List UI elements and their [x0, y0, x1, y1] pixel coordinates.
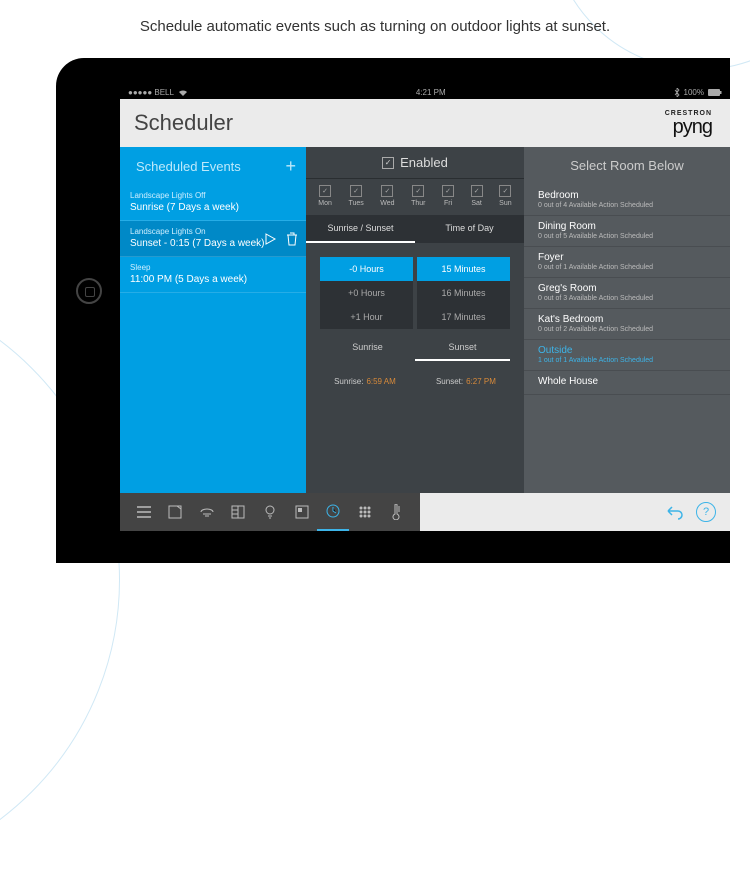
delete-icon[interactable] — [284, 231, 300, 247]
battery-pct: 100% — [684, 86, 704, 99]
day-label: Thur — [411, 200, 425, 207]
event-name: Landscape Lights Off — [130, 191, 296, 200]
status-time: 4:21 PM — [416, 86, 446, 99]
room-detail: 0 out of 5 Available Action Scheduled — [538, 233, 716, 240]
sunset-time: 6:27 PM — [466, 377, 496, 386]
time-panel: ✓ Enabled ✓ Mon ✓ Tues ✓ Wed ✓ Thur ✓ Fri ✓ Sa… — [306, 147, 524, 493]
picker-minute-option[interactable]: 15 Minutes — [417, 257, 510, 281]
grid-icon[interactable] — [349, 493, 381, 531]
room-name: Dining Room — [538, 221, 716, 232]
lights-icon[interactable] — [254, 493, 286, 531]
event-detail: 11:00 PM (5 Days a week) — [130, 274, 296, 285]
day-label: Tues — [348, 200, 363, 207]
day-label: Fri — [442, 200, 454, 207]
room-item[interactable]: Foyer 0 out of 1 Available Action Schedu… — [524, 247, 730, 278]
event-item[interactable]: Sleep 11:00 PM (5 Days a week) — [120, 257, 306, 293]
carrier-label: ●●●●● BELL — [128, 86, 174, 99]
bluetooth-icon — [674, 88, 680, 97]
rooms-panel: Select Room Below Bedroom 0 out of 4 Ava… — [524, 147, 730, 493]
scene-icon[interactable] — [286, 493, 318, 531]
room-name: Whole House — [538, 376, 716, 387]
day-label: Wed — [380, 200, 394, 207]
status-bar: ●●●●● BELL 4:21 PM 100% — [120, 86, 730, 99]
event-item[interactable]: Landscape Lights Off Sunrise (7 Days a w… — [120, 185, 306, 221]
day-checkbox-sun[interactable]: ✓ — [499, 185, 511, 197]
picker-hour-option[interactable]: +0 Hours — [320, 281, 413, 305]
room-detail: 0 out of 4 Available Action Scheduled — [538, 202, 716, 209]
room-name: Kat's Bedroom — [538, 314, 716, 325]
room-name: Greg's Room — [538, 283, 716, 294]
tablet-home-button[interactable] — [76, 278, 102, 304]
room-name: Bedroom — [538, 190, 716, 201]
day-label: Mon — [318, 200, 332, 207]
wifi-icon — [178, 89, 188, 97]
tab-sunset[interactable]: Sunset — [415, 335, 510, 361]
day-label: Sun — [499, 200, 511, 207]
tab-time-of-day[interactable]: Time of Day — [415, 215, 524, 243]
events-panel: Scheduled Events + Landscape Lights Off … — [120, 147, 306, 493]
picker-hour-option[interactable]: -0 Hours — [320, 257, 413, 281]
room-item-highlighted[interactable]: Outside 1 out of 1 Available Action Sche… — [524, 340, 730, 371]
room-item[interactable]: Kat's Bedroom 0 out of 2 Available Actio… — [524, 309, 730, 340]
app-screen: Scheduler CRESTRON pyng Scheduled Events… — [120, 99, 730, 531]
enabled-checkbox[interactable]: ✓ — [382, 157, 394, 169]
menu-button[interactable] — [128, 493, 160, 531]
time-offset-picker[interactable]: -0 Hours +0 Hours +1 Hour 15 Minutes 16 … — [320, 257, 510, 329]
tablet-frame: ●●●●● BELL 4:21 PM 100% Scheduler CRESTR… — [56, 58, 730, 563]
day-checkbox-wed[interactable]: ✓ — [381, 185, 393, 197]
room-item[interactable]: Greg's Room 0 out of 3 Available Action … — [524, 278, 730, 309]
sunrise-label: Sunrise: — [334, 377, 363, 386]
tab-sunrise[interactable]: Sunrise — [320, 335, 415, 361]
room-item[interactable]: Whole House — [524, 371, 730, 395]
help-button[interactable]: ? — [696, 502, 716, 522]
day-checkbox-fri[interactable]: ✓ — [442, 185, 454, 197]
page-title: Scheduler — [134, 110, 233, 136]
room-item[interactable]: Dining Room 0 out of 5 Available Action … — [524, 216, 730, 247]
play-icon[interactable] — [262, 231, 278, 247]
sunset-label: Sunset: — [436, 377, 463, 386]
device-icon[interactable] — [191, 493, 223, 531]
events-panel-title: Scheduled Events — [136, 159, 241, 174]
room-detail: 0 out of 2 Available Action Scheduled — [538, 326, 716, 333]
tab-sunrise-sunset[interactable]: Sunrise / Sunset — [306, 215, 415, 243]
app-header: Scheduler CRESTRON pyng — [120, 99, 730, 147]
thermostat-icon[interactable] — [381, 493, 413, 531]
add-event-button[interactable]: + — [285, 156, 296, 177]
bottom-toolbar: ? — [120, 493, 730, 531]
battery-icon — [708, 89, 722, 96]
scheduler-icon[interactable] — [317, 493, 349, 531]
room-detail: 0 out of 3 Available Action Scheduled — [538, 295, 716, 302]
brand-name: pyng — [665, 117, 712, 137]
room-item[interactable]: Bedroom 0 out of 4 Available Action Sche… — [524, 185, 730, 216]
day-checkbox-thur[interactable]: ✓ — [412, 185, 424, 197]
event-detail: Sunrise (7 Days a week) — [130, 202, 296, 213]
day-label: Sat — [471, 200, 483, 207]
day-checkbox-mon[interactable]: ✓ — [319, 185, 331, 197]
room-icon[interactable] — [160, 493, 192, 531]
room-name: Outside — [538, 345, 716, 356]
brand-logo: CRESTRON pyng — [665, 110, 712, 137]
room-detail: 0 out of 1 Available Action Scheduled — [538, 264, 716, 271]
rooms-panel-title: Select Room Below — [524, 147, 730, 185]
picker-hour-option[interactable]: +1 Hour — [320, 305, 413, 329]
picker-minute-option[interactable]: 17 Minutes — [417, 305, 510, 329]
day-checkbox-sat[interactable]: ✓ — [471, 185, 483, 197]
shades-icon[interactable] — [223, 493, 255, 531]
picker-minute-option[interactable]: 16 Minutes — [417, 281, 510, 305]
day-checkbox-tues[interactable]: ✓ — [350, 185, 362, 197]
enabled-label: Enabled — [400, 155, 448, 170]
days-row: ✓ Mon ✓ Tues ✓ Wed ✓ Thur ✓ Fri ✓ Sat ✓ Sun — [306, 179, 524, 215]
sunrise-time: 6:59 AM — [366, 377, 395, 386]
undo-button[interactable] — [664, 502, 686, 522]
event-name: Sleep — [130, 263, 296, 272]
marketing-caption: Schedule automatic events such as turnin… — [0, 0, 750, 49]
room-detail: 1 out of 1 Available Action Scheduled — [538, 357, 716, 364]
room-name: Foyer — [538, 252, 716, 263]
event-item-selected[interactable]: Landscape Lights On Sunset - 0:15 (7 Day… — [120, 221, 306, 257]
